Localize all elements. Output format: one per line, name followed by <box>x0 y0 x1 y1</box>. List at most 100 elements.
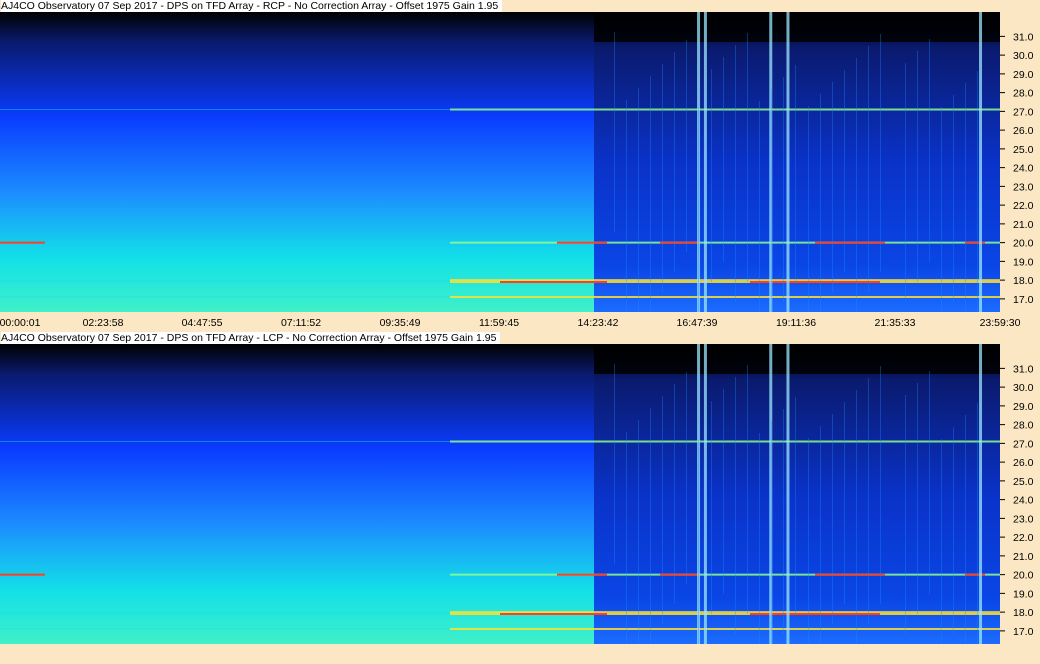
streak <box>613 364 615 564</box>
freq-tick-label: 20.0 <box>1013 238 1034 250</box>
streak <box>734 45 736 302</box>
streak <box>637 88 639 312</box>
interference-line <box>0 281 450 283</box>
hotspot <box>0 573 45 576</box>
streak <box>710 69 712 282</box>
streak <box>964 415 966 644</box>
freq-tick-label: 18.0 <box>1013 275 1034 287</box>
streak <box>952 95 954 302</box>
streak <box>904 63 906 302</box>
freq-tick-label: 17.0 <box>1013 294 1034 306</box>
vertical-burst <box>979 344 983 644</box>
streak <box>794 65 796 282</box>
streak <box>697 108 699 312</box>
freq-tick-label: 25.0 <box>1013 144 1034 156</box>
streak <box>843 70 845 272</box>
hotspot <box>815 573 885 576</box>
time-tick-label: 23:59:30 <box>979 317 1021 329</box>
vertical-burst <box>703 344 707 644</box>
spectrogram-lcp: 31.0 30.0 29.0 28.0 27.0 26.0 25.0 24.0 23.0 22.0… <box>0 344 1040 644</box>
hotspot <box>557 573 607 576</box>
freq-tick-label: 26.0 <box>1013 457 1034 469</box>
freq-tick-label: 27.0 <box>1013 106 1034 118</box>
streak <box>867 378 869 624</box>
streak <box>734 377 736 634</box>
time-tick-label: 19:11:36 <box>775 317 817 329</box>
freq-tick-label: 29.0 <box>1013 69 1034 81</box>
time-axis-lcp <box>0 644 1040 664</box>
time-tick-label: 21:35:33 <box>874 317 916 329</box>
streak <box>758 433 760 644</box>
streak <box>928 39 930 262</box>
freq-tick-label: 20.0 <box>1013 570 1034 582</box>
streak <box>904 395 906 634</box>
dark-upper-band <box>593 12 1000 42</box>
streak <box>782 77 784 302</box>
interference-line <box>0 613 450 615</box>
vertical-burst <box>786 344 790 644</box>
time-tick-label: 16:47:39 <box>676 317 718 329</box>
streak <box>976 403 978 644</box>
streak <box>964 83 966 312</box>
freq-tick-label: 26.0 <box>1013 125 1034 137</box>
hotspot <box>557 241 607 244</box>
streak <box>746 365 748 614</box>
freq-tick-label: 21.0 <box>1013 551 1034 563</box>
daytime-region <box>0 12 594 312</box>
interference-line <box>0 296 450 298</box>
freq-tick-label: 18.0 <box>1013 607 1034 619</box>
time-tick-label: 07:11:52 <box>280 317 322 329</box>
freq-tick-label: 23.0 <box>1013 513 1034 525</box>
streak <box>625 100 627 312</box>
streak <box>758 101 760 312</box>
hotspot <box>660 573 700 576</box>
streak <box>697 440 699 644</box>
freq-tick-label: 24.0 <box>1013 163 1034 175</box>
streak <box>746 33 748 282</box>
streak <box>685 372 687 584</box>
interference-line <box>0 109 450 110</box>
freq-tick-label: 27.0 <box>1013 438 1034 450</box>
streak <box>770 89 772 312</box>
freq-tick-label: 21.0 <box>1013 219 1034 231</box>
interference-line <box>0 441 450 442</box>
hotspot <box>815 241 885 244</box>
streak <box>673 52 675 272</box>
streak <box>649 76 651 312</box>
hotspot <box>500 613 607 615</box>
vertical-burst <box>979 12 983 312</box>
interference-line <box>0 628 450 630</box>
streak <box>843 402 845 604</box>
freq-tick-label: 31.0 <box>1013 31 1034 43</box>
interference-line <box>450 628 1000 630</box>
daytime-region <box>0 344 594 644</box>
streak <box>770 421 772 644</box>
interference-line <box>0 279 450 281</box>
streak <box>710 401 712 614</box>
freq-tick-label: 22.0 <box>1013 200 1034 212</box>
time-tick-label: 00:00:01 <box>0 317 41 329</box>
streak <box>807 438 809 644</box>
streak <box>976 71 978 312</box>
interference-line <box>0 611 450 613</box>
freq-tick-label: 29.0 <box>1013 401 1034 413</box>
interference-line <box>450 296 1000 298</box>
streak <box>685 40 687 252</box>
streak <box>661 64 663 292</box>
streak <box>831 82 833 292</box>
streak <box>879 34 881 272</box>
hotspot <box>500 281 607 283</box>
time-tick-label: 09:35:49 <box>379 317 421 329</box>
streak <box>782 409 784 634</box>
streak <box>722 57 724 262</box>
freq-tick-label: 23.0 <box>1013 181 1034 193</box>
streak <box>673 384 675 604</box>
streak <box>794 397 796 614</box>
streak <box>613 32 615 232</box>
freq-tick-label: 31.0 <box>1013 363 1034 375</box>
streak <box>916 51 918 282</box>
freq-tick-label: 19.0 <box>1013 256 1034 268</box>
nighttime-region <box>593 344 1000 644</box>
streak <box>855 390 857 644</box>
streak <box>952 427 954 634</box>
